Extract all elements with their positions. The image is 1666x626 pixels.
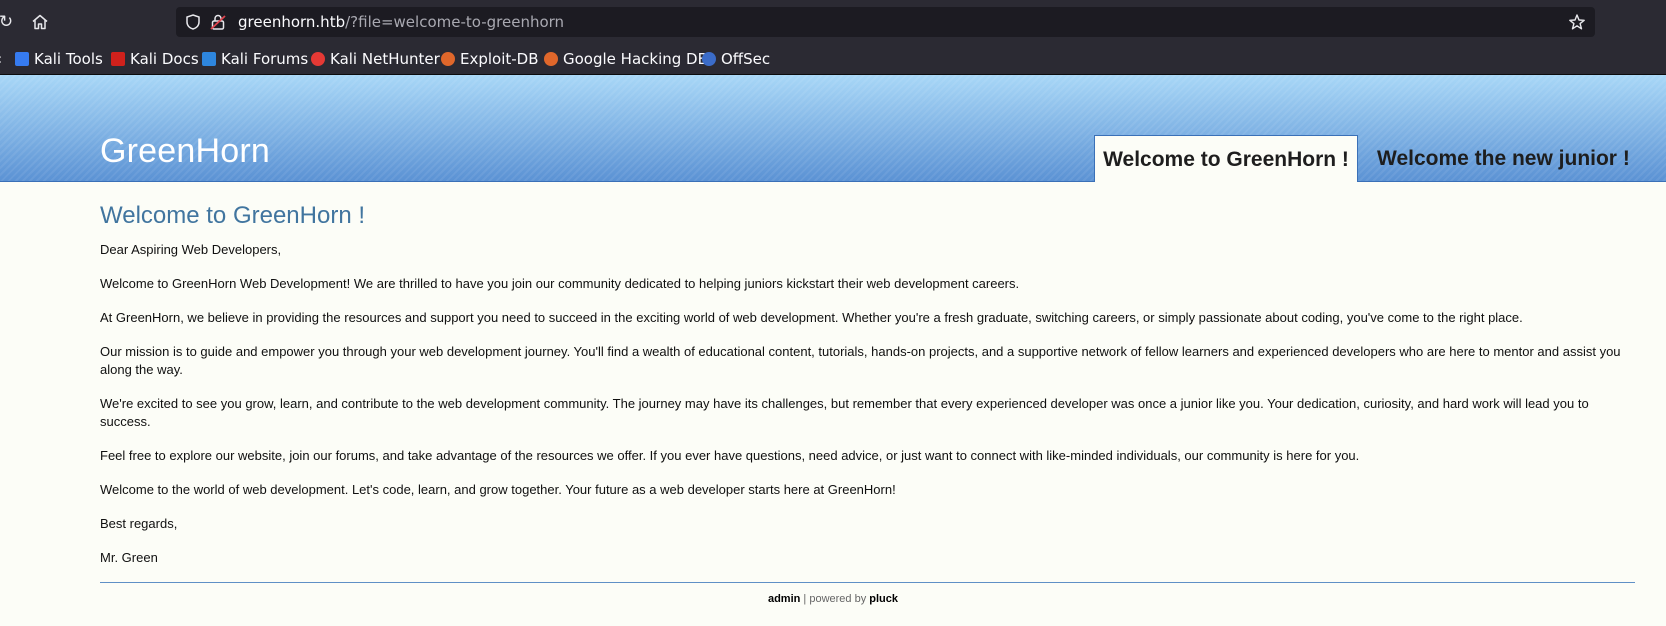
google-hacking-db-icon (544, 52, 558, 66)
main-content: Welcome to GreenHorn ! Dear Aspiring Web… (100, 198, 1635, 583)
bookmark-kali-forums[interactable]: Kali Forums (202, 49, 308, 69)
reload-icon[interactable]: ↻ (0, 10, 18, 34)
pluck-link[interactable]: pluck (869, 593, 898, 605)
paragraph: Best regards, (100, 516, 178, 531)
home-icon[interactable] (28, 10, 52, 34)
offsec-icon (702, 52, 716, 66)
exploit-db-icon (441, 52, 455, 66)
tab-welcome-the-new-junior[interactable]: Welcome the new junior ! (1377, 135, 1630, 182)
kali-forums-icon (202, 52, 216, 66)
bookmark-label: Kali Docs (130, 50, 199, 68)
paragraph: Mr. Green (100, 550, 158, 565)
bookmark-label: Kali Tools (34, 50, 103, 68)
kali-nethunter-icon (311, 52, 325, 66)
admin-link[interactable]: admin (768, 593, 800, 605)
browser-toolbar: ↻ greenhorn.htb/?file=welcome-to-greenho… (0, 0, 1666, 44)
bookmarks-overflow-icon[interactable]: ‹ (0, 49, 2, 69)
insecure-lock-icon[interactable] (209, 13, 227, 31)
bookmark-offsec[interactable]: OffSec (702, 49, 770, 69)
bookmark-google-hacking-db[interactable]: Google Hacking DB (544, 49, 708, 69)
site-title[interactable]: GreenHorn (100, 132, 270, 171)
bookmark-kali-tools[interactable]: Kali Tools (15, 49, 103, 69)
url-host: greenhorn.htb (238, 13, 346, 31)
bookmark-kali-nethunter[interactable]: Kali NetHunter (311, 49, 440, 69)
paragraph: Welcome to GreenHorn Web Development! We… (100, 276, 1020, 291)
bookmark-label: OffSec (721, 50, 771, 68)
bookmark-label: Kali NetHunter (330, 50, 440, 68)
paragraph: We're excited to see you grow, learn, an… (100, 396, 1589, 429)
kali-docs-icon (111, 52, 125, 66)
address-bar[interactable]: greenhorn.htb/?file=welcome-to-greenhorn (176, 7, 1595, 37)
paragraph: Our mission is to guide and empower you … (100, 344, 1621, 377)
bookmark-star-icon[interactable] (1568, 13, 1586, 31)
paragraph: Feel free to explore our website, join o… (100, 448, 1360, 463)
page-title: Welcome to GreenHorn ! (100, 202, 365, 229)
paragraph: Dear Aspiring Web Developers, (100, 242, 282, 257)
bookmark-label: Google Hacking DB (563, 50, 708, 68)
footer: admin | powered by pluck (0, 593, 1666, 605)
paragraph: At GreenHorn, we believe in providing th… (100, 310, 1523, 325)
footer-divider (100, 582, 1635, 583)
footer-separator: | powered by (800, 593, 870, 605)
bookmark-exploit-db[interactable]: Exploit-DB (441, 49, 539, 69)
url-text[interactable]: greenhorn.htb/?file=welcome-to-greenhorn (238, 13, 564, 31)
tab-welcome-to-greenhorn[interactable]: Welcome to GreenHorn ! (1094, 135, 1358, 182)
bookmark-label: Kali Forums (221, 50, 309, 68)
shield-icon[interactable] (184, 13, 202, 31)
bookmarks-toolbar: ‹ Kali Tools Kali Docs Kali Forums Kali … (0, 44, 1666, 75)
url-path: /?file=welcome-to-greenhorn (345, 13, 565, 31)
bookmark-kali-docs[interactable]: Kali Docs (111, 49, 199, 69)
bookmark-label: Exploit-DB (460, 50, 539, 68)
paragraph: Welcome to the world of web development.… (100, 482, 896, 497)
kali-tools-icon (15, 52, 29, 66)
